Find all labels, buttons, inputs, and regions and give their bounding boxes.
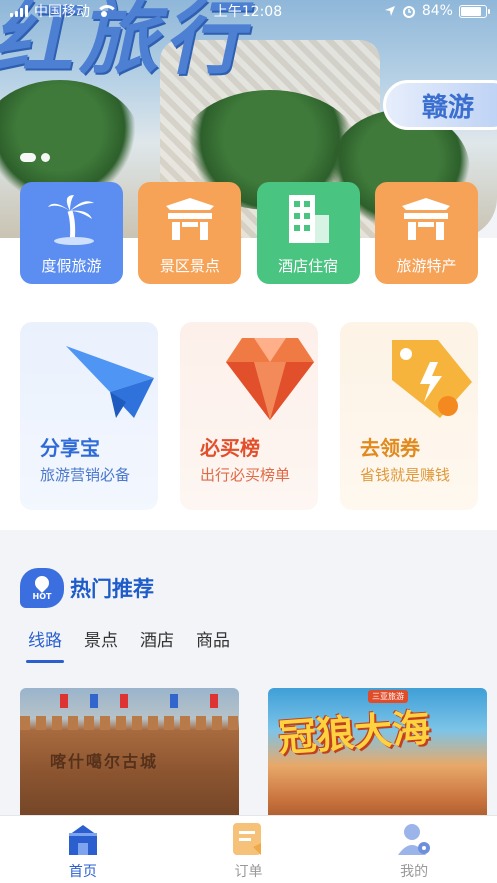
gate-icon: [162, 193, 218, 245]
carrier-label: 中国移动: [34, 4, 90, 20]
category-label: 酒店住宿: [278, 257, 339, 275]
hot-tabs: 线路 景点 酒店 商品: [26, 626, 230, 663]
promo-subtitle: 旅游营销必备: [40, 466, 131, 484]
promo-bestseller[interactable]: 必买榜 出行必买榜单: [180, 322, 318, 510]
promo-share[interactable]: 分享宝 旅游营销必备: [20, 322, 158, 510]
battery-icon: [458, 4, 490, 18]
carousel-dot[interactable]: [41, 153, 50, 162]
promo-coupon[interactable]: 去领券 省钱就是赚钱: [340, 322, 478, 510]
tabbar-orders[interactable]: 订单: [208, 819, 288, 881]
tab-routes[interactable]: 线路: [26, 626, 64, 663]
paper-plane-icon: [66, 346, 154, 418]
carousel-indicator: [20, 153, 50, 162]
home-icon: [65, 819, 101, 857]
gate-icon: [398, 193, 454, 245]
category-specialty[interactable]: 旅游特产: [374, 182, 478, 284]
tab-hotels[interactable]: 酒店: [140, 626, 174, 663]
coupon-tag-icon: [392, 340, 472, 418]
section-title: 热门推荐: [70, 577, 154, 601]
category-scenic[interactable]: 景区景点: [138, 182, 242, 284]
status-bar: 中国移动 上午12:08 84%: [0, 0, 497, 22]
category-hotel[interactable]: 酒店住宿: [256, 182, 360, 284]
tabbar-label: 订单: [234, 863, 263, 880]
wifi-icon: [96, 5, 118, 17]
tab-goods[interactable]: 商品: [196, 626, 230, 663]
promo-title: 分享宝: [40, 436, 100, 460]
promo-title: 必买榜: [200, 436, 260, 460]
tab-attractions[interactable]: 景点: [84, 626, 118, 663]
carousel-dot[interactable]: [20, 153, 36, 162]
palm-tree-icon: [44, 193, 100, 245]
user-icon: [396, 819, 432, 857]
card-image-text: 喀什噶尔古城: [50, 752, 159, 771]
signal-icon: [10, 5, 28, 17]
tabbar-label: 首页: [68, 863, 97, 880]
battery-percent: 84%: [421, 3, 453, 19]
clock: 上午12:08: [213, 4, 283, 20]
diamond-icon: [226, 338, 314, 420]
category-label: 景区景点: [159, 257, 220, 275]
category-grid: 度假旅游 景区景点 酒店住宿 旅游特产: [20, 182, 478, 284]
order-icon: [230, 819, 266, 857]
promo-title: 去领券: [360, 436, 420, 460]
banner-pill: 赣游: [382, 80, 497, 130]
hotel-icon: [280, 193, 336, 245]
card-image-title: 冠狼大海: [276, 705, 432, 761]
category-vacation[interactable]: 度假旅游: [20, 182, 123, 284]
category-label: 旅游特产: [396, 257, 457, 275]
hot-icon: HOT: [20, 568, 64, 608]
recommend-list: 喀什噶尔古城 三亚旅游 冠狼大海: [20, 688, 487, 828]
recommend-card[interactable]: 三亚旅游 冠狼大海: [268, 688, 487, 828]
promo-cards: 分享宝 旅游营销必备 必买榜 出行必买榜单 去领券 省钱就是赚钱: [20, 322, 478, 510]
tabbar-label: 我的: [400, 863, 429, 880]
promo-subtitle: 省钱就是赚钱: [360, 466, 451, 484]
alarm-icon: [402, 6, 415, 18]
bottom-tab-bar: 首页 订单 我的: [0, 815, 497, 883]
recommend-card[interactable]: 喀什噶尔古城: [20, 688, 239, 828]
tabbar-home[interactable]: 首页: [43, 819, 123, 881]
promo-subtitle: 出行必买榜单: [200, 466, 291, 484]
hot-section-header: HOT 热门推荐: [20, 568, 154, 608]
category-label: 度假旅游: [41, 257, 102, 275]
location-icon: [384, 6, 395, 16]
tabbar-profile[interactable]: 我的: [374, 819, 454, 881]
